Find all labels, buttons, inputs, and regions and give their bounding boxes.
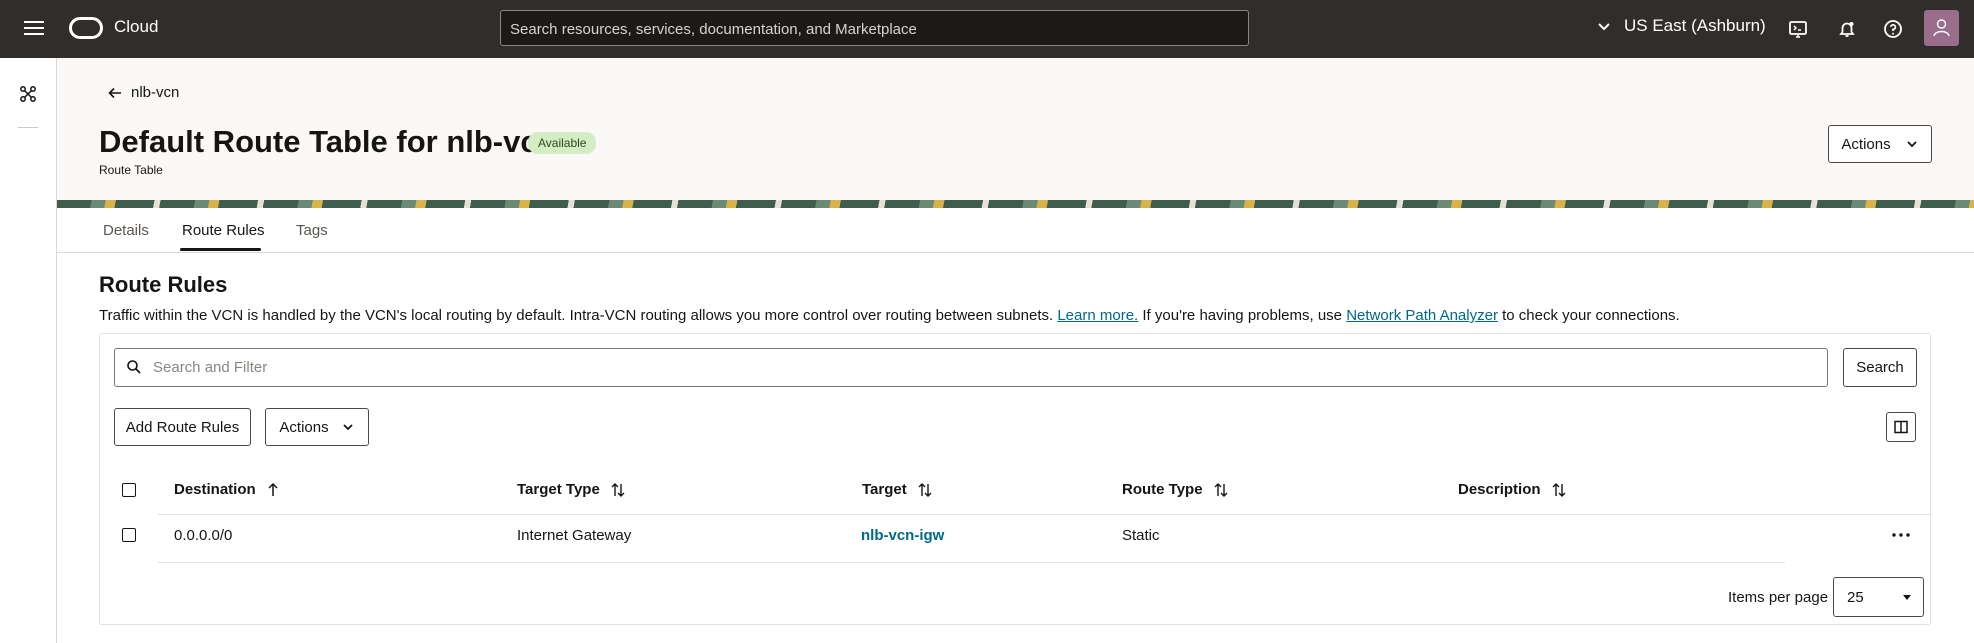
sort-icon [1552, 482, 1566, 497]
sort-icon [918, 482, 932, 497]
sort-icon [1214, 482, 1228, 497]
tab-tags[interactable]: Tags [296, 222, 328, 239]
page-title: Default Route Table for nlb-vcn [99, 124, 557, 159]
add-route-rules-label: Add Route Rules [125, 418, 240, 436]
column-label: Target Type [517, 481, 600, 498]
items-per-page-value: 25 [1847, 589, 1864, 606]
items-per-page-label: Items per page [1728, 589, 1829, 606]
back-link-label: nlb-vcn [131, 84, 180, 101]
table-actions-label: Actions [279, 418, 329, 436]
column-label: Route Type [1122, 481, 1203, 498]
more-icon[interactable] [1892, 533, 1910, 537]
user-icon [1933, 19, 1950, 37]
network-icon[interactable] [18, 84, 38, 104]
global-search-input[interactable]: Search resources, services, documentatio… [500, 10, 1249, 46]
column-label: Target [862, 481, 907, 498]
chevron-down-icon [342, 424, 353, 431]
table-row-divider [158, 562, 1785, 563]
page-subtitle: Route Table [99, 163, 163, 177]
active-tab-indicator [180, 248, 261, 251]
search-button[interactable]: Search [1843, 348, 1917, 387]
cell-target: nlb-vcn-igw [861, 527, 944, 544]
column-label: Destination [174, 481, 256, 498]
search-button-label: Search [1856, 359, 1904, 376]
column-header-route-type[interactable]: Route Type [1122, 481, 1229, 498]
chevron-down-icon [1598, 23, 1610, 31]
description-text-1: Traffic within the VCN is handled by the… [99, 307, 1054, 324]
cloud-shell-icon[interactable] [1786, 17, 1810, 41]
caret-down-icon [1903, 595, 1911, 600]
items-per-page-select[interactable]: 25 [1833, 577, 1924, 617]
row-checkbox[interactable] [122, 528, 136, 542]
region-selector[interactable]: US East (Ashburn) [1596, 16, 1766, 36]
menu-icon[interactable] [22, 17, 46, 41]
description-text-3: to check your connections. [1502, 307, 1680, 324]
back-arrow-icon [108, 87, 121, 98]
table-actions-button[interactable]: Actions [265, 408, 369, 446]
tab-details[interactable]: Details [103, 222, 149, 239]
chevron-down-icon [1906, 141, 1917, 148]
column-header-destination[interactable]: Destination [174, 481, 280, 498]
column-header-description[interactable]: Description [1458, 481, 1567, 498]
top-bar: Cloud Search resources, services, docume… [0, 0, 1974, 58]
description-text-2: If you're having problems, use [1142, 307, 1343, 324]
bell-icon[interactable] [1835, 17, 1859, 41]
columns-glyph [1894, 420, 1908, 434]
header-actions-button[interactable]: Actions [1828, 125, 1932, 163]
oracle-logo-icon[interactable] [69, 17, 103, 39]
sort-icon [611, 482, 625, 497]
learn-more-link[interactable]: Learn more. [1057, 307, 1138, 324]
region-label: US East (Ashburn) [1624, 16, 1766, 35]
tab-bar: Details Route Rules Tags [57, 208, 1974, 253]
left-rail [0, 58, 57, 643]
status-badge: Available [528, 132, 597, 154]
table-header-divider [158, 514, 1932, 515]
back-link[interactable]: nlb-vcn [107, 84, 179, 101]
section-title: Route Rules [99, 272, 228, 297]
sort-asc-icon [268, 482, 278, 496]
column-header-target[interactable]: Target [862, 481, 933, 498]
header-actions-label: Actions [1841, 135, 1891, 153]
cell-target-type: Internet Gateway [517, 527, 632, 544]
cell-destination: 0.0.0.0/0 [174, 527, 233, 544]
search-icon [127, 360, 141, 374]
decorative-banner [57, 200, 1974, 208]
column-header-target-type[interactable]: Target Type [517, 481, 626, 498]
brand-label[interactable]: Cloud [114, 17, 158, 37]
target-link[interactable]: nlb-vcn-igw [861, 527, 944, 544]
tab-route-rules[interactable]: Route Rules [182, 222, 265, 239]
add-route-rules-button[interactable]: Add Route Rules [114, 408, 251, 446]
section-description: Traffic within the VCN is handled by the… [99, 307, 1680, 324]
search-filter-input[interactable]: Search and Filter [114, 348, 1828, 387]
cell-route-type: Static [1122, 527, 1160, 544]
user-avatar-icon[interactable] [1924, 10, 1959, 46]
help-icon[interactable] [1881, 17, 1905, 41]
network-path-analyzer-link[interactable]: Network Path Analyzer [1346, 307, 1498, 324]
rail-divider [18, 127, 38, 128]
columns-icon[interactable] [1886, 412, 1916, 442]
select-all-checkbox[interactable] [122, 483, 136, 497]
column-label: Description [1458, 481, 1541, 498]
